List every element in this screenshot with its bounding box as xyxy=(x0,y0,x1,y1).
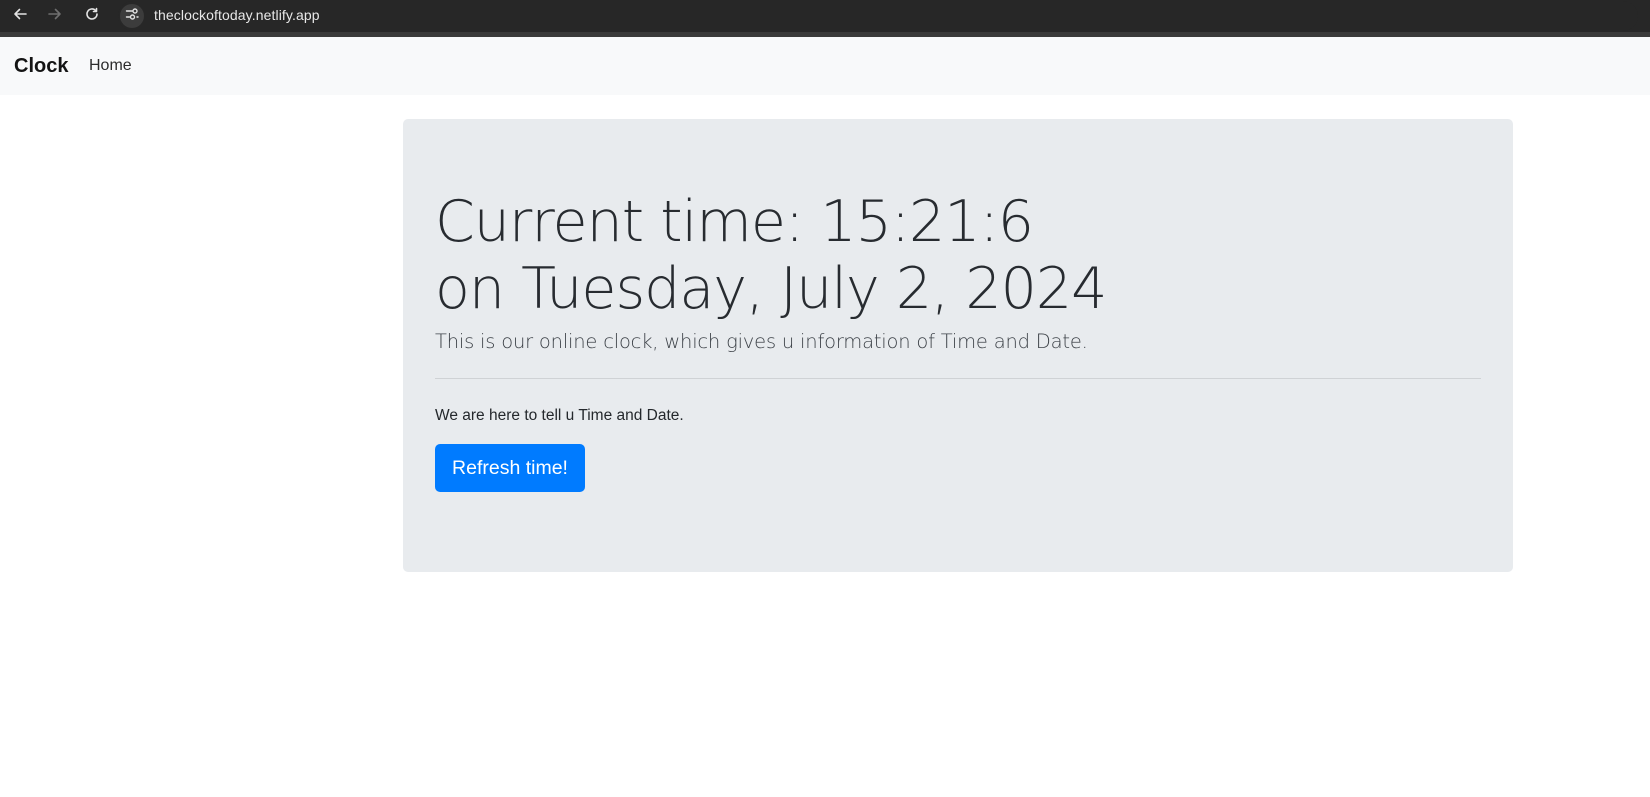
reload-button[interactable] xyxy=(80,4,104,28)
navbar: Clock Home xyxy=(0,37,1650,95)
body-text: We are here to tell u Time and Date. xyxy=(435,407,684,424)
clock-jumbotron: Current time: 15:21:6 on Tuesday, July 2… xyxy=(403,119,1513,572)
reload-icon xyxy=(84,6,100,27)
navbar-brand[interactable]: Clock xyxy=(14,55,68,78)
address-bar[interactable] xyxy=(118,1,1638,31)
arrow-right-icon xyxy=(47,6,63,27)
refresh-time-button[interactable]: Refresh time! xyxy=(435,444,585,492)
nav-link-home[interactable]: Home xyxy=(89,57,132,75)
back-button[interactable] xyxy=(8,4,32,28)
divider xyxy=(435,378,1481,379)
tune-icon xyxy=(125,7,139,26)
url-text[interactable]: theclockoftoday.netlify.app xyxy=(154,7,320,23)
arrow-left-icon xyxy=(12,6,28,27)
current-date-heading: on Tuesday, July 2, 2024 xyxy=(435,256,1107,322)
current-time-heading: Current time: 15:21:6 xyxy=(435,189,1034,255)
forward-button[interactable] xyxy=(43,4,67,28)
site-info-button[interactable] xyxy=(120,4,144,28)
browser-chrome: theclockoftoday.netlify.app xyxy=(0,0,1650,37)
lead-text: This is our online clock, which gives u … xyxy=(435,330,1088,353)
